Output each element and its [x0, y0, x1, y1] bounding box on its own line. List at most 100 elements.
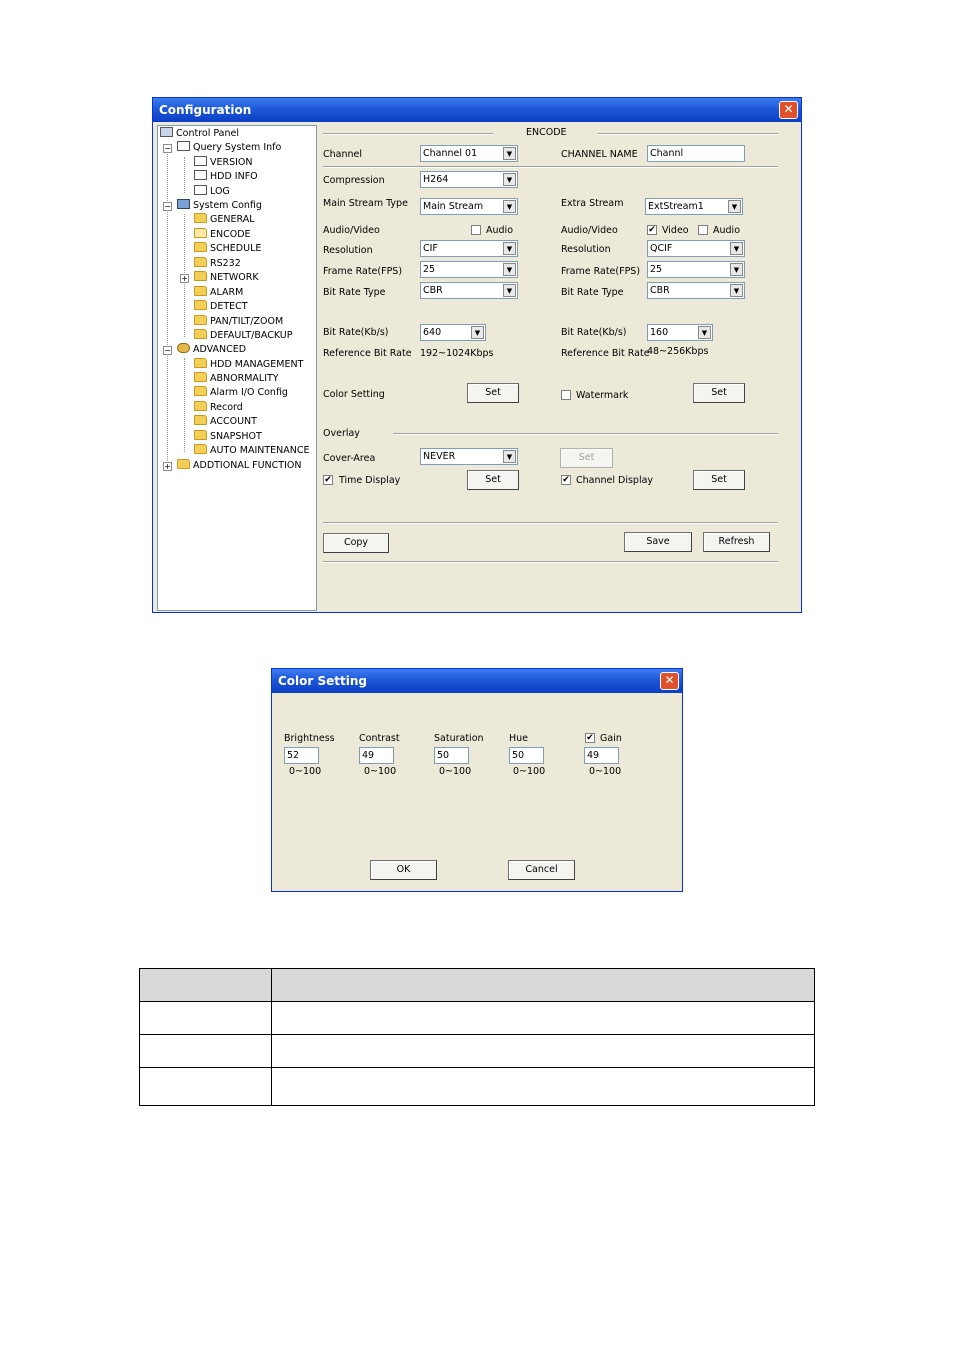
collapse-icon[interactable]: −	[163, 144, 172, 153]
folder-icon	[194, 386, 207, 396]
channel-select[interactable]: Channel 01 ▼	[420, 145, 518, 162]
tree-item-abnormality[interactable]: ABNORMALITY	[194, 372, 279, 385]
watermark-label: Watermark	[576, 390, 629, 401]
extra-bit-rate-type-select[interactable]: CBR ▼	[647, 282, 745, 299]
main-bit-rate-type-select[interactable]: CBR ▼	[420, 282, 518, 299]
tree-item-account[interactable]: ACCOUNT	[194, 415, 257, 428]
chevron-down-icon: ▼	[503, 263, 516, 276]
gain-label: Gain	[600, 733, 622, 744]
tree-item-schedule[interactable]: SCHEDULE	[194, 242, 261, 255]
saturation-range: 0~100	[439, 766, 472, 777]
extra-frame-rate-select[interactable]: 25 ▼	[647, 261, 745, 278]
tree-item-default-backup[interactable]: DEFAULT/BACKUP	[194, 329, 293, 342]
compression-select[interactable]: H264 ▼	[420, 171, 518, 188]
main-bit-rate-select[interactable]: 640 ▼	[420, 324, 486, 341]
saturation-input[interactable]: 50	[434, 747, 469, 764]
gain-checkbox[interactable]: ✔	[585, 733, 595, 743]
extra-audio-checkbox[interactable]	[698, 225, 708, 235]
folder-icon	[194, 358, 207, 368]
cover-area-select[interactable]: NEVER ▼	[420, 448, 518, 465]
channel-name-input[interactable]: Channl	[647, 145, 745, 162]
document-icon	[194, 156, 207, 166]
channel-display-checkbox[interactable]: ✔	[561, 475, 571, 485]
folder-icon	[194, 372, 207, 382]
chevron-down-icon: ▼	[503, 450, 516, 463]
contrast-label: Contrast	[359, 733, 400, 744]
configuration-title: Configuration	[159, 103, 252, 117]
brightness-input[interactable]: 52	[284, 747, 319, 764]
tree-item-hdd-management[interactable]: HDD MANAGEMENT	[194, 358, 303, 371]
chevron-down-icon: ▼	[730, 242, 743, 255]
tree-item-record[interactable]: Record	[194, 401, 243, 414]
extra-stream-label: Extra Stream	[561, 198, 624, 209]
main-resolution-select[interactable]: CIF ▼	[420, 240, 518, 257]
expand-icon[interactable]: +	[163, 462, 172, 471]
chevron-down-icon: ▼	[698, 326, 711, 339]
expand-icon[interactable]: +	[180, 274, 189, 283]
collapse-icon[interactable]: −	[163, 202, 172, 211]
folder-icon	[194, 430, 207, 440]
tree-item-log[interactable]: LOG	[194, 185, 230, 198]
config-tree: Control Panel − Query System Info VERSIO…	[157, 125, 317, 611]
cancel-button[interactable]: Cancel	[508, 860, 575, 880]
folder-icon	[194, 242, 207, 252]
collapse-icon[interactable]: −	[163, 346, 172, 355]
tree-item-auto-maintenance[interactable]: AUTO MAINTENANCE	[194, 444, 310, 457]
tree-item-rs232[interactable]: RS232	[194, 257, 241, 270]
tree-item-addtional-function[interactable]: ADDTIONAL FUNCTION	[177, 459, 301, 472]
refresh-button[interactable]: Refresh	[703, 532, 770, 552]
extra-video-checkbox[interactable]: ✔	[647, 225, 657, 235]
tree-item-detect[interactable]: DETECT	[194, 300, 248, 313]
extra-resolution-select[interactable]: QCIF ▼	[647, 240, 745, 257]
tree-item-pan-tilt-zoom[interactable]: PAN/TILT/ZOOM	[194, 315, 283, 328]
tree-item-system-config[interactable]: System Config	[177, 199, 262, 212]
main-frame-rate-select[interactable]: 25 ▼	[420, 261, 518, 278]
configuration-title-bar[interactable]: Configuration ✕	[153, 98, 801, 122]
contrast-input[interactable]: 49	[359, 747, 394, 764]
extra-stream-select[interactable]: ExtStream1 ▼	[645, 198, 743, 215]
table-header-cell	[139, 968, 272, 1002]
gain-input[interactable]: 49	[584, 747, 619, 764]
extra-video-label: Video	[662, 225, 689, 236]
channel-display-set-button[interactable]: Set	[693, 470, 745, 490]
main-audio-video-label: Audio/Video	[323, 225, 380, 236]
close-icon[interactable]: ✕	[660, 672, 679, 690]
tree-item-query-system-info[interactable]: Query System Info	[177, 141, 281, 154]
tree-item-alarm-io-config[interactable]: Alarm I/O Config	[194, 386, 288, 399]
copy-button[interactable]: Copy	[323, 533, 389, 553]
table-cell	[271, 1001, 815, 1035]
table-cell	[271, 1034, 815, 1068]
tree-item-encode[interactable]: ENCODE	[194, 228, 251, 241]
color-setting-window: Color Setting ✕ Brightness 52 0~100 Cont…	[271, 668, 683, 892]
tree-item-network[interactable]: NETWORK	[194, 271, 259, 284]
main-bit-rate-label: Bit Rate(Kb/s)	[323, 327, 389, 338]
ok-button[interactable]: OK	[370, 860, 437, 880]
cover-area-set-button[interactable]: Set	[560, 448, 613, 468]
watermark-checkbox[interactable]	[561, 390, 571, 400]
tree-root-control-panel[interactable]: Control Panel	[160, 127, 239, 140]
time-display-checkbox[interactable]: ✔	[323, 475, 333, 485]
channel-name-label: CHANNEL NAME	[561, 149, 638, 160]
color-setting-title: Color Setting	[278, 674, 368, 688]
main-audio-checkbox[interactable]	[471, 225, 481, 235]
tree-item-snapshot[interactable]: SNAPSHOT	[194, 430, 262, 443]
extra-bit-rate-select[interactable]: 160 ▼	[647, 324, 713, 341]
save-button[interactable]: Save	[624, 532, 692, 552]
main-stream-type-select[interactable]: Main Stream ▼	[420, 198, 518, 215]
time-display-set-button[interactable]: Set	[467, 470, 519, 490]
watermark-set-button[interactable]: Set	[693, 383, 745, 403]
brightness-label: Brightness	[284, 733, 335, 744]
close-icon[interactable]: ✕	[779, 101, 798, 119]
tree-item-version[interactable]: VERSION	[194, 156, 253, 169]
folder-open-icon	[194, 228, 207, 238]
tree-item-alarm[interactable]: ALARM	[194, 286, 243, 299]
tree-item-advanced[interactable]: ADVANCED	[177, 343, 246, 356]
tree-item-hdd-info[interactable]: HDD INFO	[194, 170, 258, 183]
brightness-range: 0~100	[289, 766, 322, 777]
tree-item-general[interactable]: GENERAL	[194, 213, 254, 226]
color-setting-title-bar[interactable]: Color Setting ✕	[272, 669, 682, 693]
chevron-down-icon: ▼	[730, 284, 743, 297]
folder-icon	[194, 315, 207, 325]
color-setting-set-button[interactable]: Set	[467, 383, 519, 403]
hue-input[interactable]: 50	[509, 747, 544, 764]
